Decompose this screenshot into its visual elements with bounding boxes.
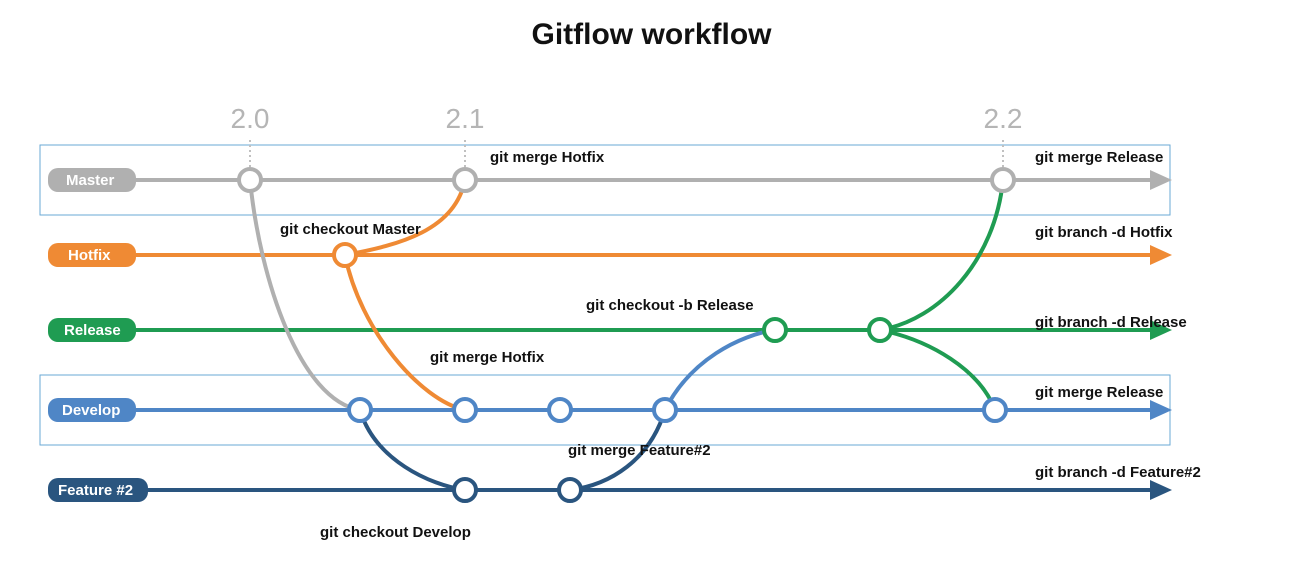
commit-master-2.2 [992,169,1014,191]
commit-develop-1 [349,399,371,421]
gitflow-diagram: 2.0 2.1 2.2 Master Hotfix Release Develo… [0,0,1303,565]
commit-hotfix [334,244,356,266]
commit-master-2.0 [239,169,261,191]
cmd-checkout-b-release: git checkout -b Release [586,297,754,314]
cmd-merge-release-develop: git merge Release [1035,384,1163,401]
commit-release-2 [869,319,891,341]
path-develop-to-release [665,330,775,410]
cmd-branch-d-feature2: git branch -d Feature#2 [1035,464,1201,481]
cmd-checkout-master: git checkout Master [280,221,421,238]
lane-label-feature2: Feature #2 [58,482,133,499]
commit-release-1 [764,319,786,341]
path-hotfix-to-master [345,180,465,255]
commit-develop-3 [549,399,571,421]
cmd-checkout-develop: git checkout Develop [320,524,471,541]
version-label-2.2: 2.2 [984,103,1023,134]
lane-release: Release [48,318,1172,342]
lane-hotfix: Hotfix [48,243,1172,267]
commit-feature-1 [454,479,476,501]
cmd-branch-d-release: git branch -d Release [1035,314,1187,331]
path-develop-to-feature-start [360,410,465,490]
cmd-merge-hotfix-develop: git merge Hotfix [430,349,545,366]
path-hotfix-to-develop [345,255,465,410]
commit-master-2.1 [454,169,476,191]
commit-develop-5 [984,399,1006,421]
cmd-merge-feature2: git merge Feature#2 [568,442,711,459]
commit-develop-2 [454,399,476,421]
cmd-branch-d-hotfix: git branch -d Hotfix [1035,224,1173,241]
cmd-merge-hotfix-master: git merge Hotfix [490,149,605,166]
lane-label-release: Release [64,322,121,339]
lane-label-develop: Develop [62,402,120,419]
lane-label-master: Master [66,172,115,189]
lane-feature2: Feature #2 [48,478,1172,502]
commit-feature-2 [559,479,581,501]
version-label-2.0: 2.0 [231,103,270,134]
cmd-merge-release-master: git merge Release [1035,149,1163,166]
version-label-2.1: 2.1 [446,103,485,134]
commit-develop-4 [654,399,676,421]
versions: 2.0 2.1 2.2 [231,103,1023,170]
path-release-to-develop [880,330,995,410]
lane-label-hotfix: Hotfix [68,247,111,264]
